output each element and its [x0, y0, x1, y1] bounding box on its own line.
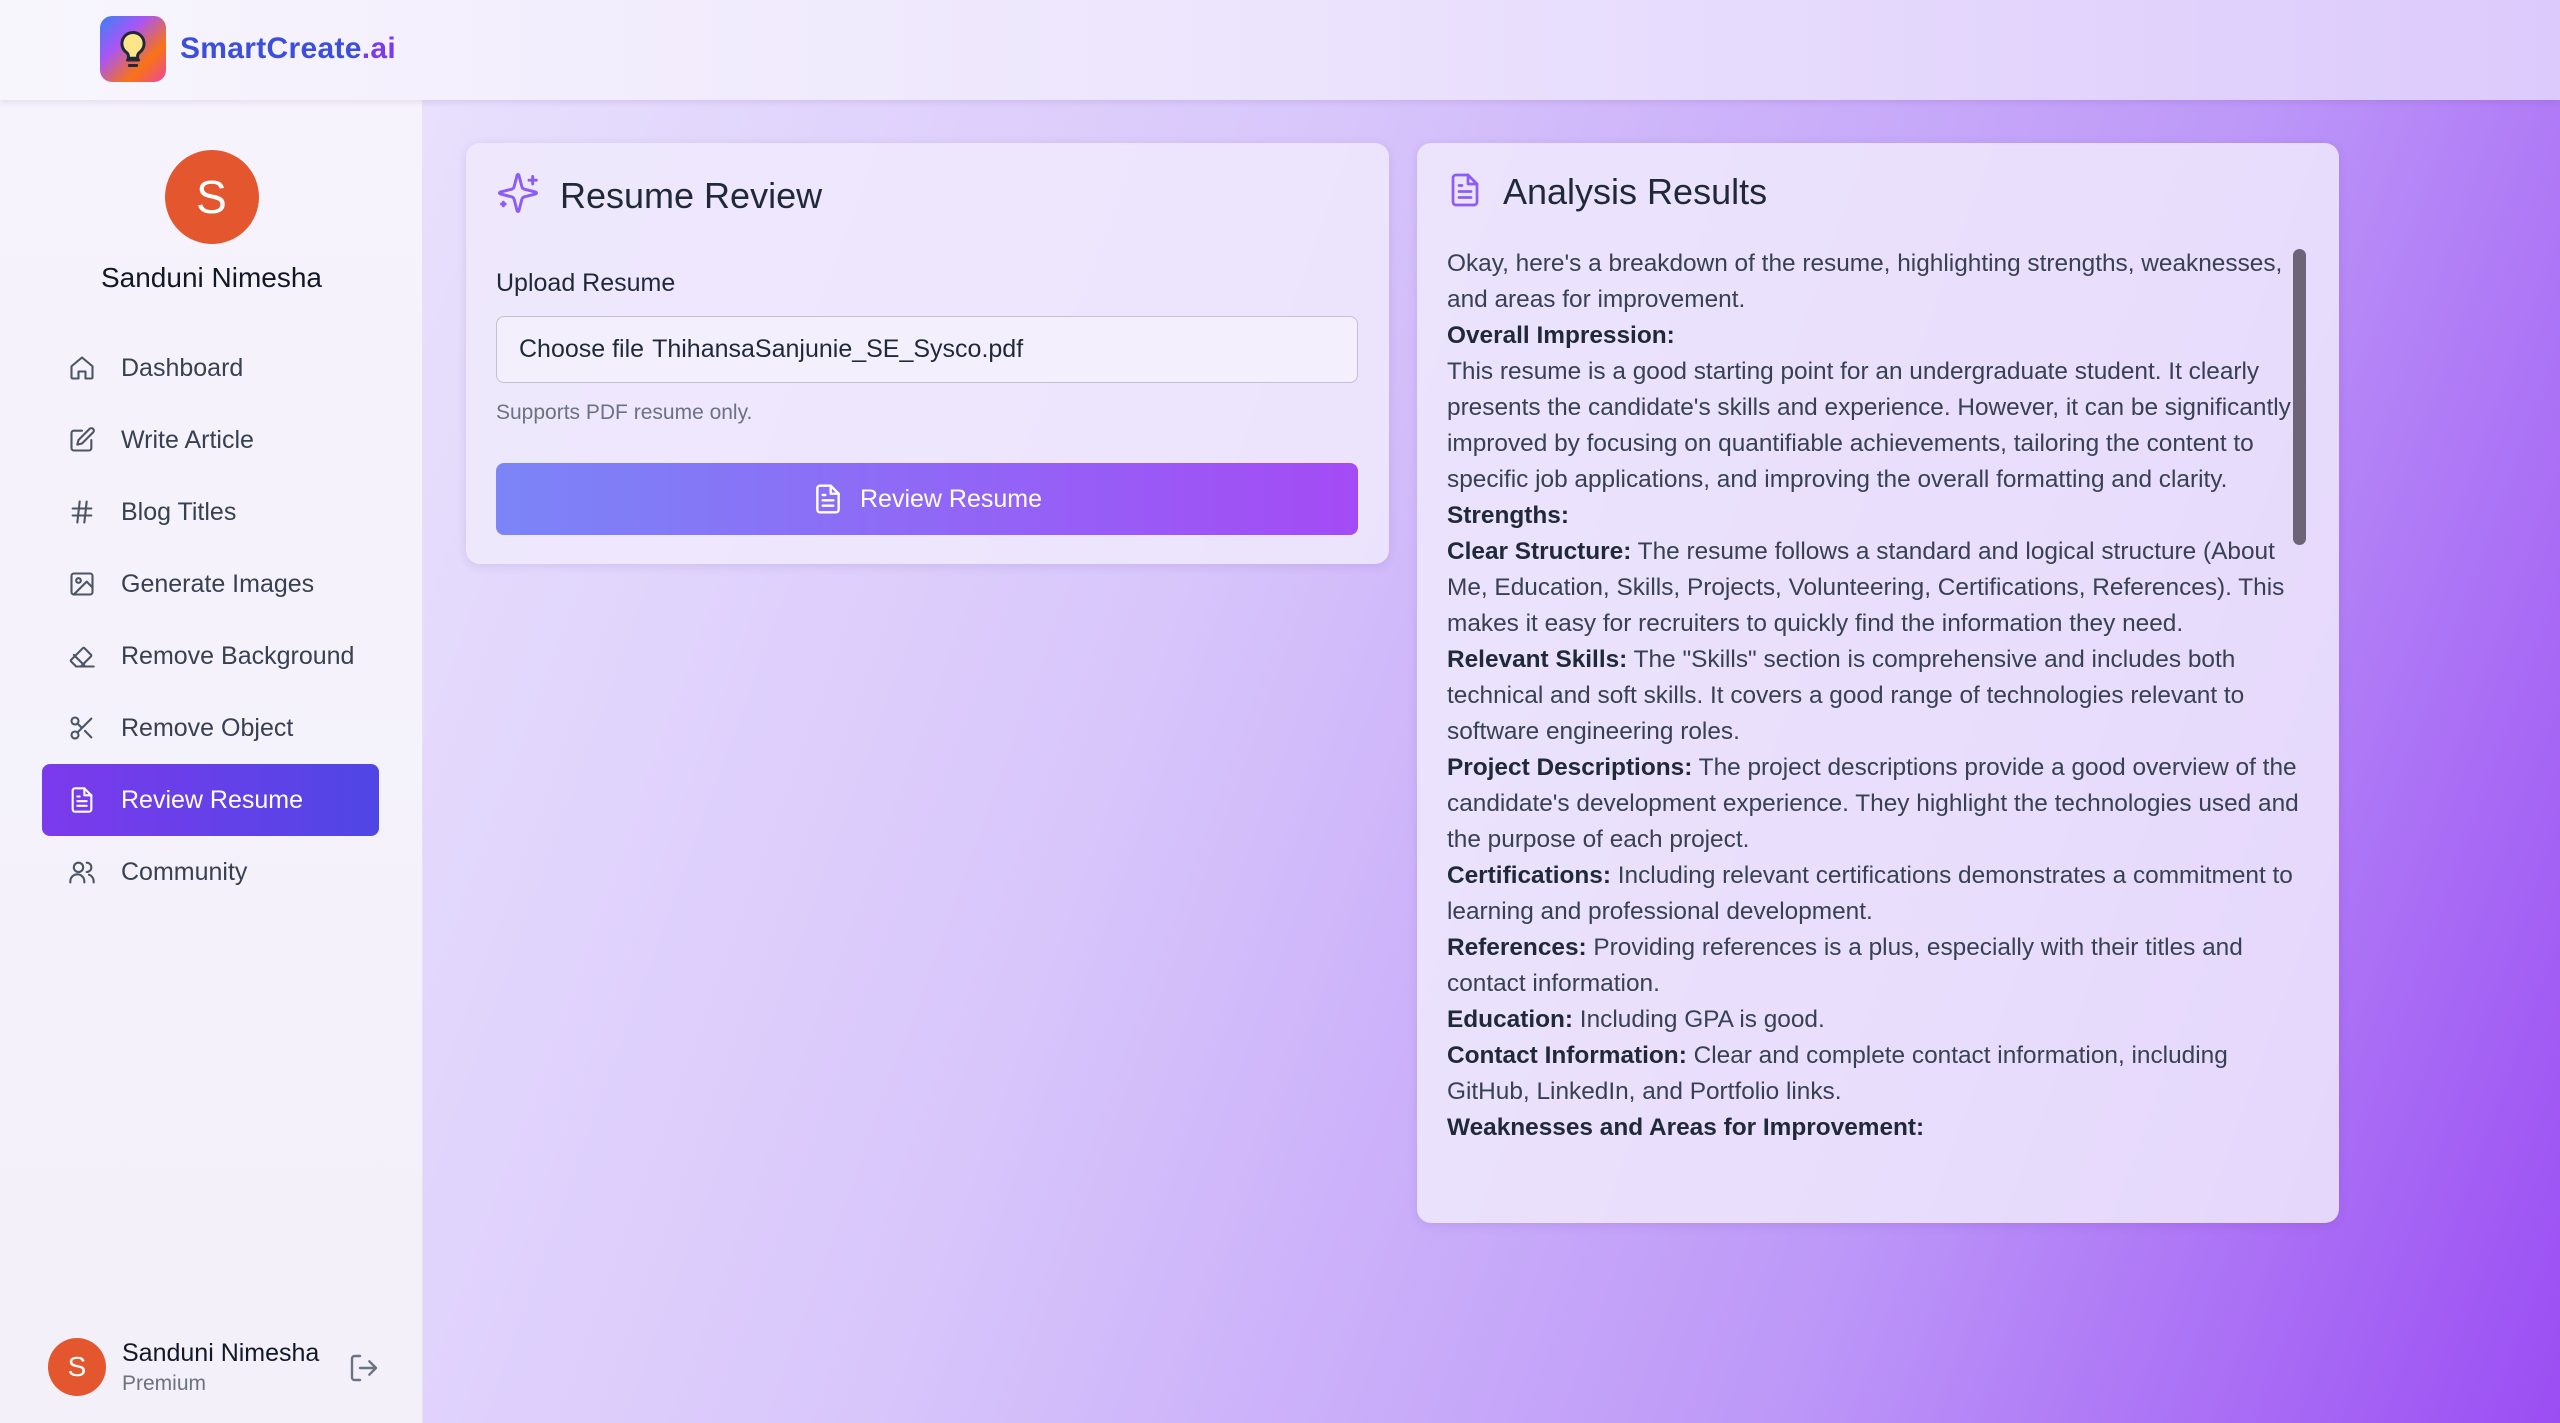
overall-text: This resume is a good starting point for…	[1447, 358, 2291, 493]
edit-icon	[67, 425, 97, 455]
strengths-heading: Strengths:	[1447, 502, 1569, 529]
sidebar-item-dashboard[interactable]: Dashboard	[42, 332, 379, 404]
avatar[interactable]: S	[164, 150, 259, 244]
sidebar-item-label: Review Resume	[121, 785, 304, 814]
button-label: Review Resume	[859, 484, 1042, 513]
sidebar-nav: Dashboard Write Article Blog Titles Gene…	[42, 332, 379, 908]
avatar[interactable]: S	[48, 1338, 106, 1396]
sidebar-item-remove-background[interactable]: Remove Background	[42, 620, 379, 692]
card-title: Resume Review	[560, 174, 823, 216]
user-plan: Premium	[122, 1371, 207, 1395]
results-scrollbar[interactable]	[2293, 249, 2306, 545]
sidebar-item-review-resume[interactable]: Review Resume	[42, 764, 379, 836]
hash-icon	[67, 497, 97, 527]
analysis-results-card: Analysis Results Okay, here's a breakdow…	[1417, 143, 2339, 1223]
strength-item: Certifications: Including relevant certi…	[1447, 862, 2293, 925]
upload-label: Upload Resume	[496, 269, 676, 297]
app-name: SmartCreate.ai	[180, 32, 396, 65]
sidebar-item-blog-titles[interactable]: Blog Titles	[42, 476, 379, 548]
file-text-icon	[67, 785, 97, 815]
user-meta: Sanduni Nimesha Premium	[122, 1339, 319, 1396]
sidebar-item-remove-object[interactable]: Remove Object	[42, 692, 379, 764]
card-header: Analysis Results	[1447, 171, 1767, 213]
sparkles-icon	[496, 171, 540, 220]
user-name: Sanduni Nimesha	[122, 1338, 320, 1367]
upload-hint: Supports PDF resume only.	[496, 401, 753, 424]
sidebar-item-label: Blog Titles	[121, 497, 237, 526]
strength-item: References: Providing references is a pl…	[1447, 934, 2243, 997]
lightbulb-logo-icon	[100, 16, 166, 82]
resume-review-card: Resume Review Upload Resume Choose file …	[466, 143, 1389, 564]
eraser-icon	[67, 641, 97, 671]
home-icon	[67, 353, 97, 383]
review-resume-button[interactable]: Review Resume	[496, 463, 1358, 535]
file-text-icon	[1447, 172, 1483, 213]
profile-name: Sanduni Nimesha	[100, 262, 323, 293]
scissors-icon	[67, 713, 97, 743]
file-text-icon	[812, 483, 844, 515]
image-icon	[67, 569, 97, 599]
top-bar: SmartCreate.ai	[0, 0, 2560, 100]
main-content: Resume Review Upload Resume Choose file …	[423, 100, 2560, 1423]
sidebar-item-community[interactable]: Community	[42, 836, 379, 908]
sidebar-item-label: Community	[121, 857, 248, 886]
logout-icon[interactable]	[348, 1352, 380, 1389]
strength-item: Education: Including GPA is good.	[1447, 1006, 1825, 1033]
overall-heading: Overall Impression:	[1447, 322, 1675, 349]
sidebar-item-write-article[interactable]: Write Article	[42, 404, 379, 476]
strength-item: Contact Information: Clear and complete …	[1447, 1042, 2228, 1105]
card-title: Analysis Results	[1503, 171, 1768, 212]
choose-file-button[interactable]: Choose file	[519, 335, 644, 364]
sidebar: S Sanduni Nimesha Dashboard Write Articl…	[0, 100, 423, 1423]
weaknesses-heading: Weaknesses and Areas for Improvement:	[1447, 1114, 1925, 1141]
strength-item: Relevant Skills: The "Skills" section is…	[1447, 646, 2245, 745]
strength-item: Clear Structure: The resume follows a st…	[1447, 538, 2285, 637]
sidebar-item-label: Generate Images	[121, 569, 315, 598]
sidebar-item-label: Dashboard	[121, 353, 244, 382]
sidebar-item-label: Write Article	[121, 425, 254, 454]
strength-item: Project Descriptions: The project descri…	[1447, 754, 2299, 853]
sidebar-item-label: Remove Background	[121, 641, 355, 670]
resume-file-input[interactable]: Choose file ThihansaSanjunie_SE_Sysco.pd…	[496, 316, 1358, 383]
file-name: ThihansaSanjunie_SE_Sysco.pdf	[652, 335, 1024, 363]
results-intro: Okay, here's a breakdown of the resume, …	[1447, 250, 2283, 313]
app-logo[interactable]: SmartCreate.ai	[100, 16, 396, 82]
card-header: Resume Review	[496, 171, 822, 220]
sidebar-item-generate-images[interactable]: Generate Images	[42, 548, 379, 620]
profile: S Sanduni Nimesha	[0, 150, 423, 294]
sidebar-item-label: Remove Object	[121, 713, 294, 742]
users-icon	[67, 857, 97, 887]
user-footer: S Sanduni Nimesha Premium	[48, 1332, 388, 1402]
analysis-text[interactable]: Okay, here's a breakdown of the resume, …	[1447, 246, 2302, 1196]
